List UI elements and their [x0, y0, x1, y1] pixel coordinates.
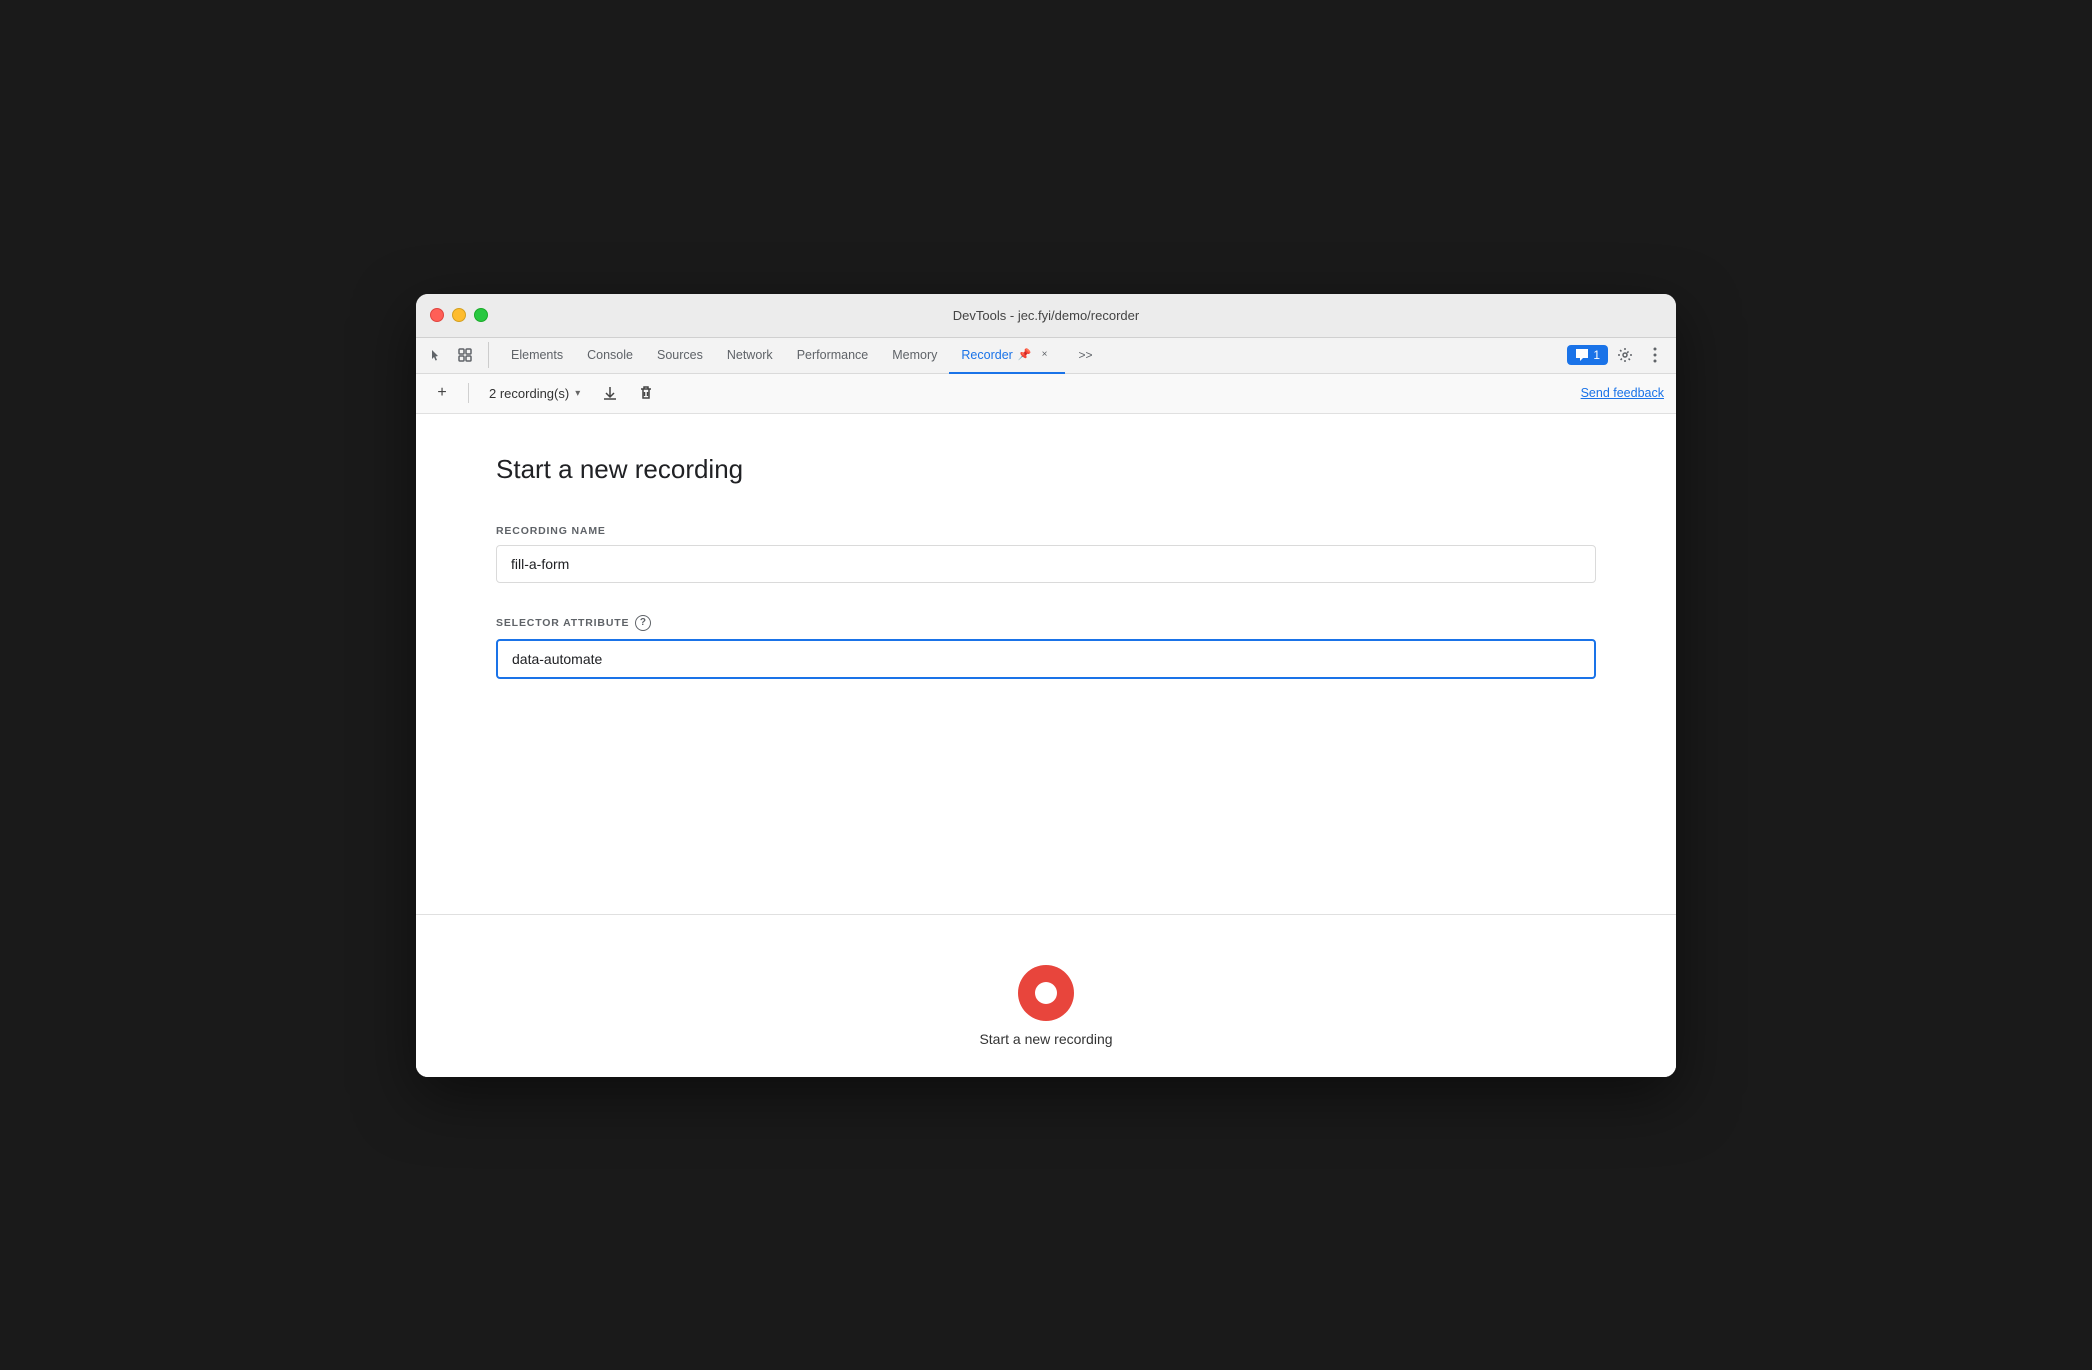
window-title: DevTools - jec.fyi/demo/recorder — [953, 308, 1139, 323]
recording-name-label: RECORDING NAME — [496, 525, 1596, 537]
traffic-lights — [430, 308, 488, 322]
tab-icons — [424, 342, 489, 368]
tab-elements[interactable]: Elements — [499, 338, 575, 374]
content-divider — [416, 914, 1676, 915]
send-feedback-link[interactable]: Send feedback — [1581, 386, 1664, 400]
record-inner-circle — [1035, 982, 1057, 1004]
start-recording-label: Start a new recording — [979, 1031, 1112, 1047]
recording-name-input[interactable] — [496, 545, 1596, 583]
start-recording-button[interactable] — [1018, 965, 1074, 1021]
cursor-icon[interactable] — [424, 342, 450, 368]
minimize-button[interactable] — [452, 308, 466, 322]
selector-attribute-group: SELECTOR ATTRIBUTE ? — [496, 615, 1596, 679]
tab-right-icons: 1 — [1567, 342, 1668, 368]
close-button[interactable] — [430, 308, 444, 322]
chevron-down-icon: ▾ — [575, 388, 580, 399]
recording-dropdown[interactable]: 2 recording(s) ▾ — [481, 382, 588, 405]
tab-recorder[interactable]: Recorder 📌 × — [949, 338, 1064, 374]
delete-button[interactable] — [632, 379, 660, 407]
tab-close-icon[interactable]: × — [1037, 347, 1053, 363]
tab-console[interactable]: Console — [575, 338, 645, 374]
devtools-body: Elements Console Sources Network Perform… — [416, 338, 1676, 1077]
devtools-window: DevTools - jec.fyi/demo/recorder — [416, 294, 1676, 1077]
settings-icon[interactable] — [1612, 342, 1638, 368]
main-content: Start a new recording RECORDING NAME SEL… — [416, 414, 1676, 894]
selector-attribute-input[interactable] — [496, 639, 1596, 679]
page-title: Start a new recording — [496, 454, 1596, 485]
inspect-icon[interactable] — [452, 342, 478, 368]
tab-network[interactable]: Network — [715, 338, 785, 374]
tab-performance[interactable]: Performance — [785, 338, 881, 374]
tab-memory[interactable]: Memory — [880, 338, 949, 374]
more-tabs-button[interactable]: >> — [1067, 338, 1105, 374]
tab-sources[interactable]: Sources — [645, 338, 715, 374]
chat-button[interactable]: 1 — [1567, 345, 1608, 365]
recording-name-group: RECORDING NAME — [496, 525, 1596, 583]
pin-icon: 📌 — [1018, 348, 1032, 361]
more-options-icon[interactable] — [1642, 342, 1668, 368]
toolbar: + 2 recording(s) ▾ Send feedback — [416, 374, 1676, 414]
toolbar-divider — [468, 383, 469, 403]
add-recording-button[interactable]: + — [428, 379, 456, 407]
tab-bar: Elements Console Sources Network Perform… — [416, 338, 1676, 374]
titlebar: DevTools - jec.fyi/demo/recorder — [416, 294, 1676, 338]
record-section: Start a new recording — [416, 935, 1676, 1077]
selector-attribute-label: SELECTOR ATTRIBUTE ? — [496, 615, 1596, 631]
download-button[interactable] — [596, 379, 624, 407]
help-icon[interactable]: ? — [635, 615, 651, 631]
maximize-button[interactable] — [474, 308, 488, 322]
